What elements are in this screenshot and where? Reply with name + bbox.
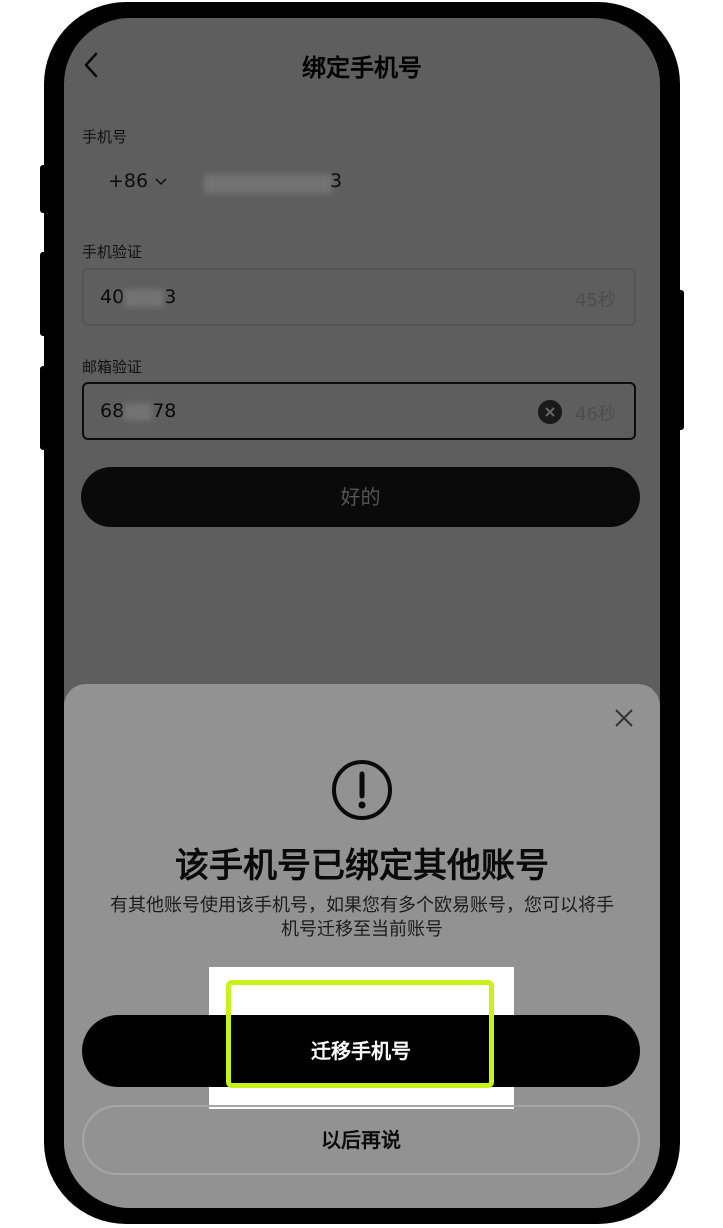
phone-screen: 绑定手机号 手机号 +86 3 手机验证 40 3 45秒 邮箱验证 68 78 4… <box>64 18 660 1208</box>
phone-code-field[interactable]: 40 3 45秒 <box>82 268 636 326</box>
phone-label: 手机号 <box>82 128 128 146</box>
later-button[interactable]: 以后再说 <box>82 1105 640 1175</box>
email-code-timer: 46秒 <box>575 404 616 425</box>
phone-side-button <box>40 252 48 336</box>
country-code-select[interactable]: +86 <box>108 170 168 192</box>
chevron-down-icon <box>155 178 167 186</box>
phone-side-button <box>40 366 48 450</box>
redacted-phone-number <box>204 174 332 194</box>
page-title: 绑定手机号 <box>302 54 422 82</box>
phone-side-button <box>676 290 684 430</box>
email-code-field[interactable]: 68 78 46秒 <box>82 382 636 440</box>
country-code: +86 <box>108 170 149 192</box>
phone-side-button <box>40 165 48 213</box>
dialog-title: 该手机号已绑定其他账号 <box>175 846 549 886</box>
warning-icon <box>332 760 392 820</box>
dialog-description: 有其他账号使用该手机号，如果您有多个欧易账号，您可以将手机号迁移至当前账号 <box>110 895 614 940</box>
ok-button[interactable]: 好的 <box>81 467 640 527</box>
bottom-sheet-dialog: 该手机号已绑定其他账号 有其他账号使用该手机号，如果您有多个欧易账号，您可以将手… <box>64 684 660 1208</box>
close-icon[interactable] <box>612 706 636 730</box>
phone-number-tail: 3 <box>330 170 343 192</box>
phone-code-timer: 45秒 <box>575 290 616 311</box>
email-verify-label: 邮箱验证 <box>82 358 143 376</box>
phone-code-value: 40 3 <box>100 286 177 308</box>
highlight-box <box>226 980 494 1088</box>
phone-verify-label: 手机验证 <box>82 243 143 261</box>
clear-input-icon[interactable] <box>538 400 562 424</box>
email-code-value: 68 78 <box>100 400 177 422</box>
